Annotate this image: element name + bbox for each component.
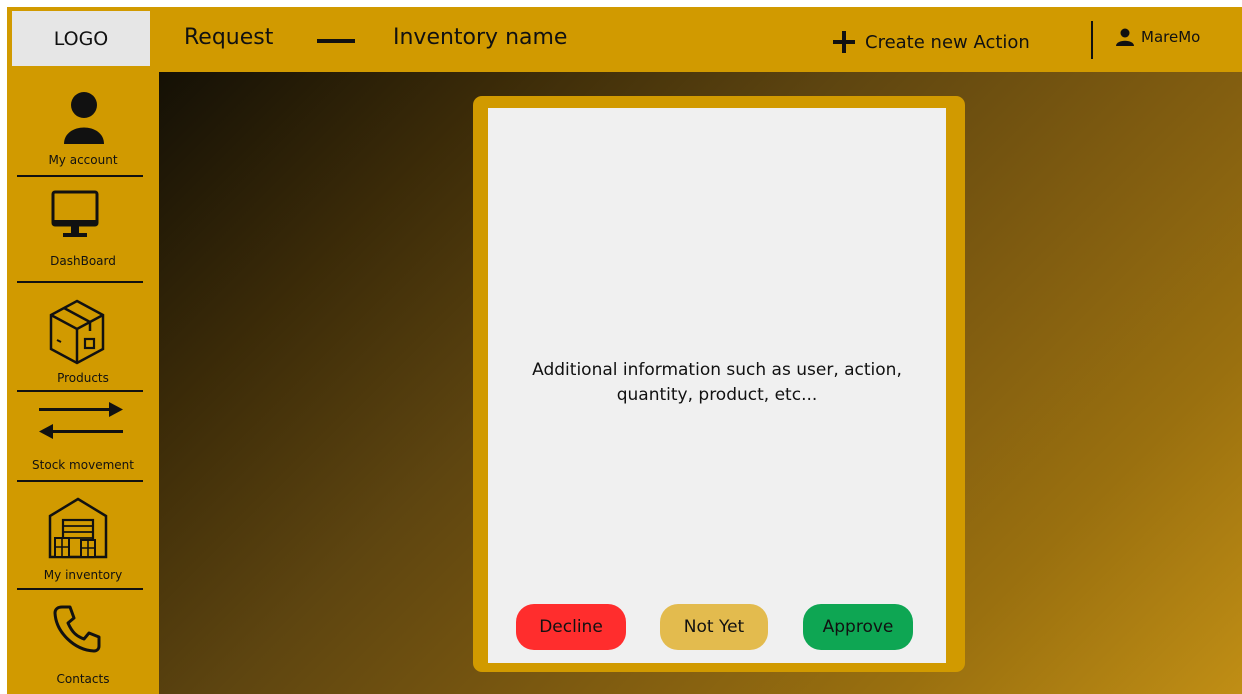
title-separator xyxy=(317,39,355,43)
request-details: Additional information such as user, act… xyxy=(488,358,946,408)
plus-icon xyxy=(833,31,855,53)
request-details-line-1: Additional information such as user, act… xyxy=(532,360,902,380)
header-divider xyxy=(1091,21,1093,59)
person-icon xyxy=(64,92,104,144)
page-title-inventory: Inventory name xyxy=(393,25,568,50)
sidebar-item-contacts[interactable]: Contacts xyxy=(7,590,159,694)
sidebar-item-my-account[interactable]: My account xyxy=(7,72,159,178)
sidebar-item-label: DashBoard xyxy=(50,254,116,268)
not-yet-button[interactable]: Not Yet xyxy=(660,604,768,650)
phone-icon xyxy=(53,605,101,653)
box-icon xyxy=(49,299,105,365)
request-details-line-2: quantity, product, etc... xyxy=(616,385,818,405)
create-action-label: Create new Action xyxy=(865,31,1030,53)
sidebar-item-label: Stock movement xyxy=(32,458,134,472)
create-action-button[interactable]: Create new Action xyxy=(833,27,1030,57)
sidebar-item-label: Products xyxy=(57,371,109,385)
sidebar-item-label: My inventory xyxy=(43,568,123,582)
logo[interactable]: LOGO xyxy=(12,11,150,66)
main-area: Additional information such as user, act… xyxy=(159,72,1242,694)
approve-button[interactable]: Approve xyxy=(803,604,913,650)
sidebar-item-my-inventory[interactable]: My inventory xyxy=(7,482,159,594)
sidebar-item-label: Contacts xyxy=(56,672,110,686)
user-menu[interactable]: MareMo xyxy=(1115,28,1200,46)
arrows-icon xyxy=(39,402,123,439)
monitor-icon xyxy=(51,190,99,237)
page-title-request: Request xyxy=(184,25,274,50)
app-frame: LOGO Request Inventory name Create new A… xyxy=(7,7,1242,694)
sidebar: My account DashBoard Products Stock move… xyxy=(7,72,159,694)
user-icon xyxy=(1116,28,1134,46)
sidebar-item-products[interactable]: Products xyxy=(7,283,159,395)
request-card: Additional information such as user, act… xyxy=(488,108,946,663)
user-name: MareMo xyxy=(1141,28,1201,46)
sidebar-divider xyxy=(17,175,143,177)
top-bar: LOGO Request Inventory name Create new A… xyxy=(7,7,1242,72)
sidebar-item-label: My account xyxy=(48,153,118,167)
sidebar-item-dashboard[interactable]: DashBoard xyxy=(7,178,159,282)
sidebar-item-stock-movement[interactable]: Stock movement xyxy=(7,392,159,484)
warehouse-icon xyxy=(48,497,108,559)
request-dialog: Additional information such as user, act… xyxy=(473,96,965,672)
decline-button[interactable]: Decline xyxy=(516,604,626,650)
